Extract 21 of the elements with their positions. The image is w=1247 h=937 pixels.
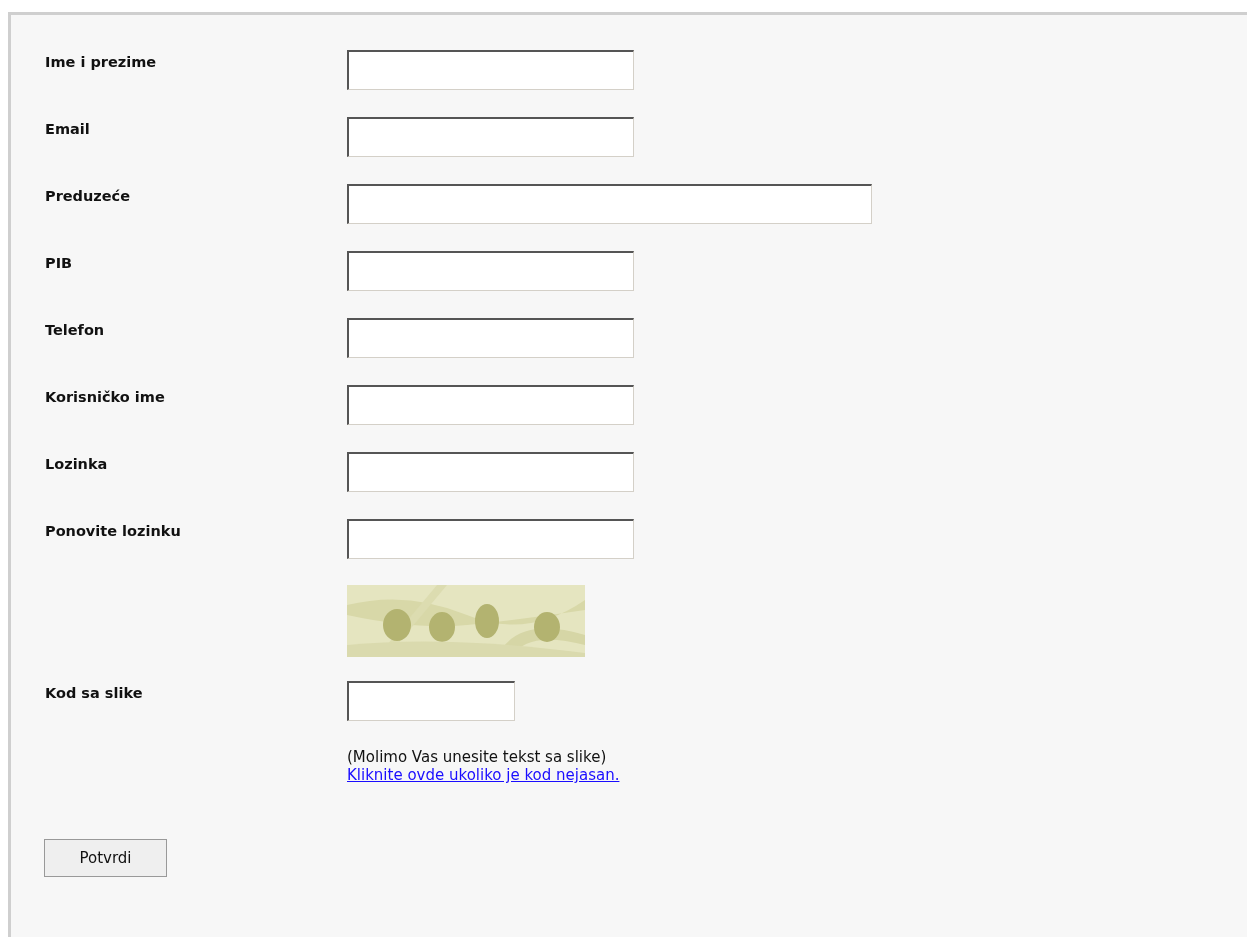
field-label: Ime i prezime bbox=[45, 53, 158, 70]
input-field[interactable] bbox=[347, 318, 634, 358]
field-label: Telefon bbox=[45, 321, 106, 338]
submit-button[interactable]: Potvrdi bbox=[44, 839, 167, 877]
hint-text: (Molimo Vas unesite tekst sa slike) bbox=[347, 748, 608, 766]
field-label: PIB bbox=[45, 254, 74, 271]
field-label: Kod sa slike bbox=[45, 684, 144, 701]
input-field[interactable] bbox=[347, 184, 872, 224]
input-field[interactable] bbox=[347, 519, 634, 559]
input-field[interactable] bbox=[347, 251, 634, 291]
input-field[interactable] bbox=[347, 385, 634, 425]
code-field[interactable] bbox=[347, 681, 515, 721]
field-label: Korisničko ime bbox=[45, 388, 166, 405]
refresh-code-link[interactable]: Kliknite ovde ukoliko je kod nejasan. bbox=[347, 766, 620, 784]
field-label: Email bbox=[45, 120, 91, 137]
input-field[interactable] bbox=[347, 117, 634, 157]
field-label: Lozinka bbox=[45, 455, 109, 472]
input-field[interactable] bbox=[347, 452, 634, 492]
field-label: Preduzeće bbox=[45, 187, 132, 204]
input-field[interactable] bbox=[347, 50, 634, 90]
field-label: Ponovite lozinku bbox=[45, 522, 182, 539]
